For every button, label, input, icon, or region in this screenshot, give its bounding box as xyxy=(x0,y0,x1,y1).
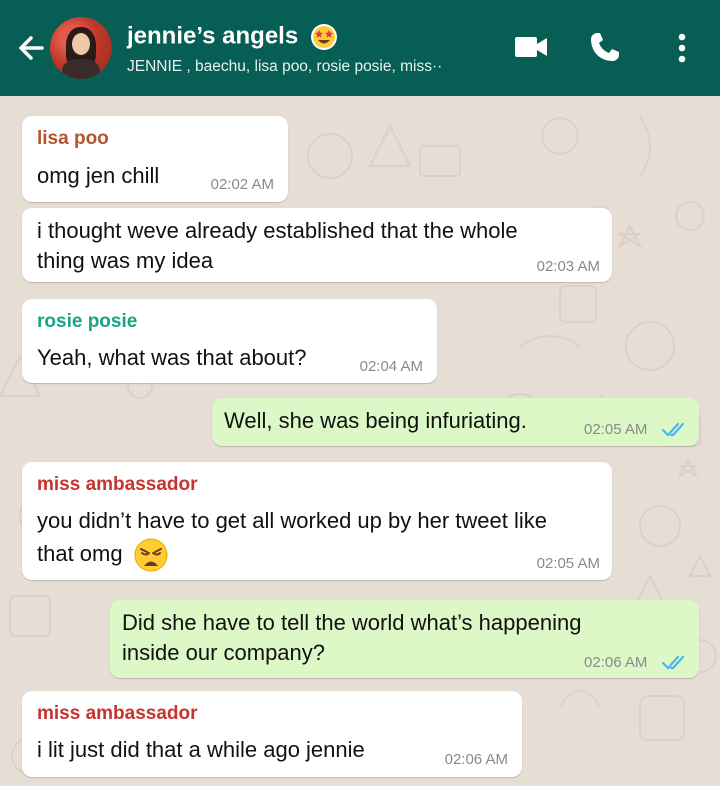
sender-name: lisa poo xyxy=(37,128,109,149)
message-text-line: that omg xyxy=(37,537,169,573)
message-bubble-outgoing[interactable]: Well, she was being infuriating. 02:05 A… xyxy=(212,398,699,446)
message-text: i lit just did that a while ago jennie xyxy=(37,737,365,762)
sender-name: miss ambassador xyxy=(37,703,198,724)
message-bubble-incoming[interactable]: lisa poo omg jen chill 02:02 AM xyxy=(22,116,288,202)
weary-face-emoji-icon xyxy=(134,538,168,572)
message-bubble-incoming[interactable]: rosie posie Yeah, what was that about? 0… xyxy=(22,299,437,383)
group-avatar[interactable] xyxy=(50,17,112,79)
members-more-dots: ·· xyxy=(431,58,443,75)
voice-call-icon[interactable] xyxy=(588,30,622,64)
message-bubble-outgoing[interactable]: Did she have to tell the world what’s ha… xyxy=(110,600,699,678)
message-text-line: i thought weve already established that … xyxy=(37,218,518,243)
message-bubble-incoming[interactable]: miss ambassador you didn’t have to get a… xyxy=(22,462,612,580)
message-time: 02:05 AM xyxy=(536,555,600,572)
message-text-end: that omg xyxy=(37,540,123,566)
sender-name: rosie posie xyxy=(37,311,138,332)
sender-name: miss ambassador xyxy=(37,474,198,495)
message-text-line: thing was my idea xyxy=(37,248,214,273)
message-bubble-incoming[interactable]: miss ambassador i lit just did that a wh… xyxy=(22,691,522,777)
message-list[interactable]: lisa poo omg jen chill 02:02 AM i though… xyxy=(0,96,720,786)
message-time: 02:06 AM xyxy=(444,751,508,768)
video-call-icon[interactable] xyxy=(514,33,548,61)
message-time: 02:02 AM xyxy=(210,176,274,193)
back-arrow-icon[interactable] xyxy=(12,28,52,68)
message-text-line: Did she have to tell the world what’s ha… xyxy=(122,610,582,635)
star-struck-emoji-icon xyxy=(310,24,337,50)
message-time: 02:05 AM xyxy=(584,421,648,438)
message-text: Yeah, what was that about? xyxy=(37,345,307,370)
group-title[interactable]: jennie’s angels xyxy=(127,22,339,52)
chat-header: jennie’s angels JENNIE , baechu, lisa po… xyxy=(0,0,720,96)
message-time: 02:04 AM xyxy=(359,358,423,375)
group-members[interactable]: JENNIE , baechu, lisa poo, rosie posie, … xyxy=(127,58,472,76)
read-receipt-icon xyxy=(661,655,685,670)
more-options-icon[interactable] xyxy=(676,32,688,64)
group-title-text: jennie’s angels xyxy=(127,22,299,50)
group-members-text: JENNIE , baechu, lisa poo, rosie posie, … xyxy=(127,58,432,75)
read-receipt-icon xyxy=(661,422,685,437)
message-bubble-incoming[interactable]: i thought weve already established that … xyxy=(22,208,612,282)
message-text: Well, she was being infuriating. xyxy=(224,408,527,433)
message-time: 02:03 AM xyxy=(536,258,600,275)
message-text-line: inside our company? xyxy=(122,640,326,665)
message-text-line: you didn’t have to get all worked up by … xyxy=(37,508,547,533)
message-text: omg jen chill xyxy=(37,163,160,188)
message-time: 02:06 AM xyxy=(584,654,648,671)
